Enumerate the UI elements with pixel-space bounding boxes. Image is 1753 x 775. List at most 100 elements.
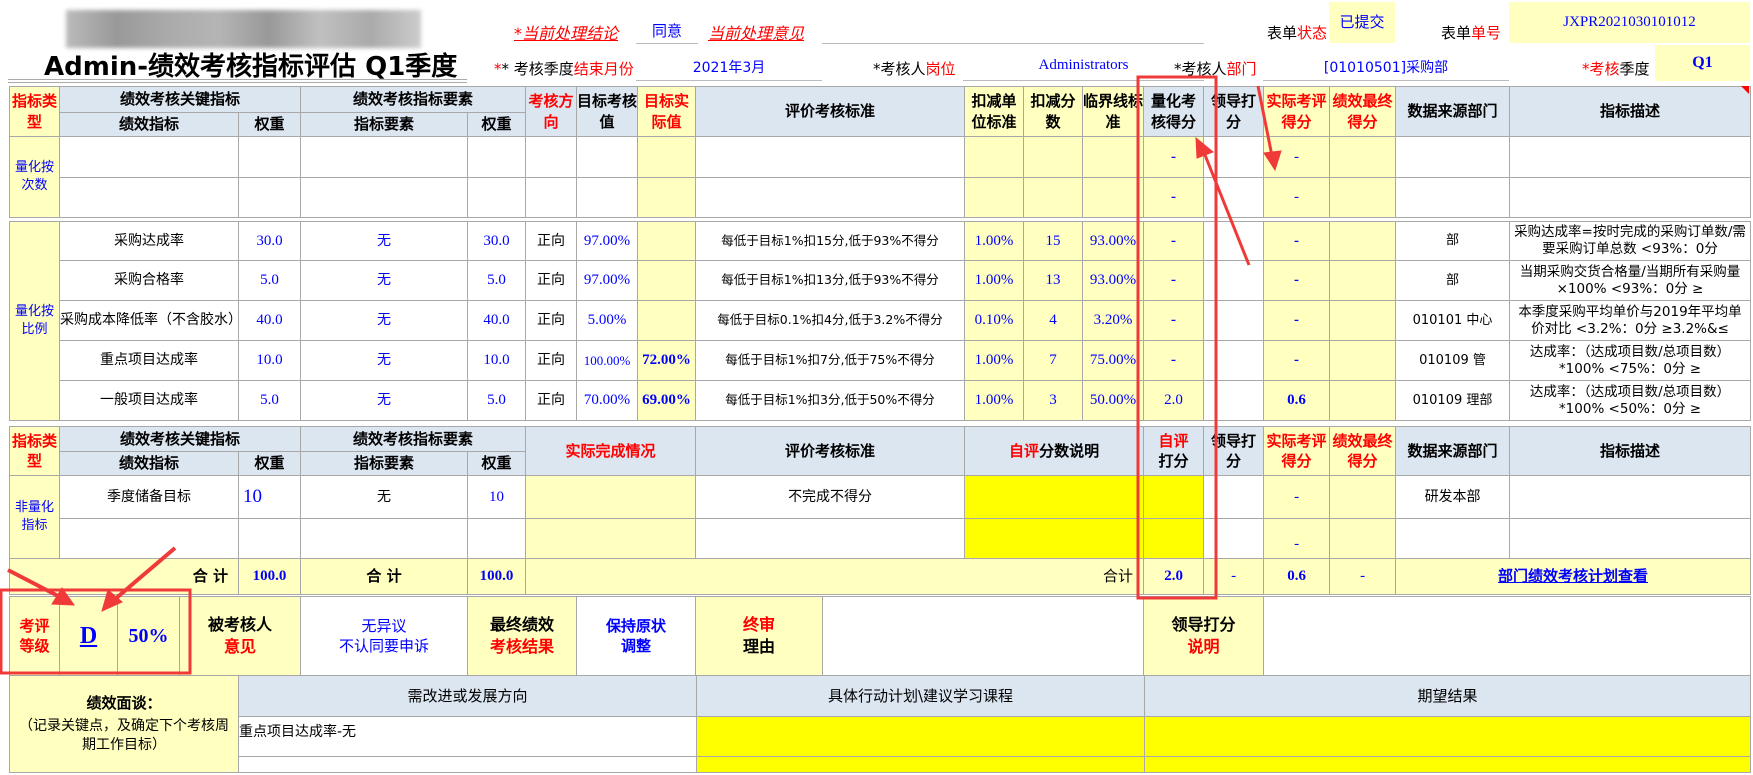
plan-input[interactable]	[696, 756, 1145, 773]
col-direction: 考核方向	[525, 86, 578, 137]
self-note-input[interactable]	[964, 518, 1145, 559]
option-no-objection[interactable]: 无异议	[361, 617, 406, 635]
element-name: 无	[300, 340, 468, 381]
label-text: 分数说明	[1039, 441, 1100, 460]
grade-link[interactable]: D	[80, 623, 97, 649]
element-weight: 40.0	[467, 300, 526, 341]
dept-plan-link[interactable]: 部门绩效考核计划查看	[1498, 567, 1648, 585]
kpi-weight: 5.0	[238, 260, 301, 301]
label-text: 最终绩效	[489, 615, 554, 635]
deduct-points: 4	[1023, 300, 1083, 341]
leader-score-input[interactable]	[1203, 177, 1265, 218]
label-text: 结束月份	[573, 60, 634, 78]
leader-score-input[interactable]	[1203, 221, 1264, 261]
label-text: 打分	[1158, 452, 1189, 470]
actual-completion-input[interactable]	[525, 475, 697, 519]
leader-score-input[interactable]	[1203, 380, 1264, 421]
direction: 正向	[525, 260, 577, 301]
end-month-value[interactable]: 2021年3月	[636, 57, 822, 81]
interview-label: 绩效面谈：	[86, 693, 162, 712]
current-conclusion-value[interactable]: 同意	[636, 20, 698, 44]
col-threshold: 临界线标准	[1082, 86, 1145, 137]
current-conclusion-link[interactable]: *当前处理结论	[514, 20, 618, 44]
col-description: 指标描述	[1509, 426, 1752, 476]
option-keep[interactable]: 保持原状	[606, 617, 666, 635]
source-dept: 010101 中心	[1395, 300, 1510, 341]
actual-completion-input[interactable]	[525, 518, 697, 559]
dept-value[interactable]: [01010501]采购部	[1263, 57, 1509, 81]
element-weight: 30.0	[467, 221, 526, 261]
description	[1509, 518, 1752, 559]
col-actual: 目标实际值	[637, 86, 697, 137]
cell	[467, 136, 527, 178]
col-source-dept: 数据来源部门	[1395, 426, 1511, 476]
label-text: 单号	[1471, 24, 1502, 42]
cell	[59, 177, 239, 218]
leader-score-input[interactable]	[1203, 136, 1265, 178]
col-self-score: 自评 打分	[1143, 426, 1205, 476]
description: 达成率：（达成项目数/总项目数）*100% <50%：0分 ≥	[1509, 380, 1751, 421]
leader-score-input[interactable]	[1203, 300, 1264, 341]
table-row: 重点项目达成率-无	[10, 716, 1751, 757]
improve-input[interactable]: 重点项目达成率-无	[238, 716, 697, 757]
leader-score-input[interactable]	[1203, 340, 1264, 381]
grade-cell: D	[59, 596, 118, 676]
label-text: 考核结果	[489, 637, 554, 656]
leader-note-input[interactable]	[1263, 596, 1751, 676]
actual-score: -	[1263, 518, 1331, 559]
kpi-name: 一般项目达成率	[59, 380, 239, 421]
actual-score-total: 0.6	[1263, 558, 1331, 595]
col-element: 指标要素	[300, 451, 469, 476]
improve-input[interactable]	[238, 756, 697, 773]
current-opinion-link[interactable]: 当前处理意见	[708, 20, 804, 44]
final-review-input[interactable]	[822, 596, 1144, 676]
quant-ratio-table: 量化按比例 采购达成率 30.0 无 30.0 正向 97.00% 每低于目标1%扣15分,低…	[9, 221, 1751, 421]
description: 采购达成率=按时完成的采购订单数/需要采购订单总数 <93%：0分	[1509, 221, 1751, 261]
description: 当期采购交货合格量/当期所有采购量×100% <93%：0分 ≥	[1509, 260, 1751, 301]
plan-input[interactable]	[696, 716, 1145, 757]
actual-score: -	[1263, 475, 1331, 519]
cell	[1509, 177, 1752, 218]
leader-score-input[interactable]	[1203, 518, 1265, 559]
quant-score: -	[1143, 177, 1205, 218]
actual-value: 69.00%	[637, 380, 696, 421]
target-value: 5.00%	[576, 300, 638, 341]
label-text: 岗位	[925, 60, 956, 78]
cell	[1395, 177, 1511, 218]
self-note-input[interactable]	[964, 475, 1145, 519]
actual-value	[637, 221, 696, 261]
actual-score: -	[1263, 300, 1330, 341]
self-score-input[interactable]	[1143, 518, 1205, 559]
direction: 正向	[525, 221, 577, 261]
col-target: 目标考核值	[576, 86, 639, 137]
expect-input[interactable]	[1144, 756, 1751, 773]
kpi-weight: 5.0	[238, 380, 301, 421]
self-score-input[interactable]	[1143, 475, 1205, 519]
table-row	[10, 756, 1751, 773]
element-weight: 10.0	[467, 340, 526, 381]
kpi-weight: 10.0	[238, 340, 301, 381]
label-text: 季度	[1619, 60, 1650, 78]
col-leader-score: 领导打分	[1203, 426, 1265, 476]
appraisee-opinion-label: 被考核人 意见	[179, 596, 301, 676]
appraisee-opinion-options[interactable]: 无异议 不认同要申诉	[300, 596, 468, 676]
current-opinion-field[interactable]	[822, 20, 1204, 44]
self-score-total: 2.0	[1143, 558, 1205, 595]
label-text: 部门	[1226, 60, 1257, 78]
label-text: 状态	[1297, 24, 1328, 42]
position-value[interactable]: Administrators	[963, 57, 1204, 81]
source-dept: 010109 理部	[1395, 380, 1510, 421]
leader-score-input[interactable]	[1203, 260, 1264, 301]
leader-score-input[interactable]	[1203, 475, 1265, 519]
col-deduct-points: 扣减分数	[1023, 86, 1084, 137]
final-result-options[interactable]: 保持原状 调整	[576, 596, 696, 676]
option-appeal[interactable]: 不认同要申诉	[339, 637, 429, 655]
result-table: 考评 等级 D 50% 被考核人 意见 无异议 不认同要申诉 最终绩效 考核结果 保持原…	[9, 596, 1751, 676]
threshold: 93.00%	[1082, 260, 1144, 301]
label-text: 被考核人	[207, 615, 272, 635]
criteria: 每低于目标0.1%扣4分,低于3.2%不得分	[695, 300, 965, 341]
kpi-name: 重点项目达成率	[59, 340, 239, 381]
direction: 正向	[525, 340, 577, 381]
option-adjust[interactable]: 调整	[621, 637, 651, 655]
expect-input[interactable]	[1144, 716, 1751, 757]
